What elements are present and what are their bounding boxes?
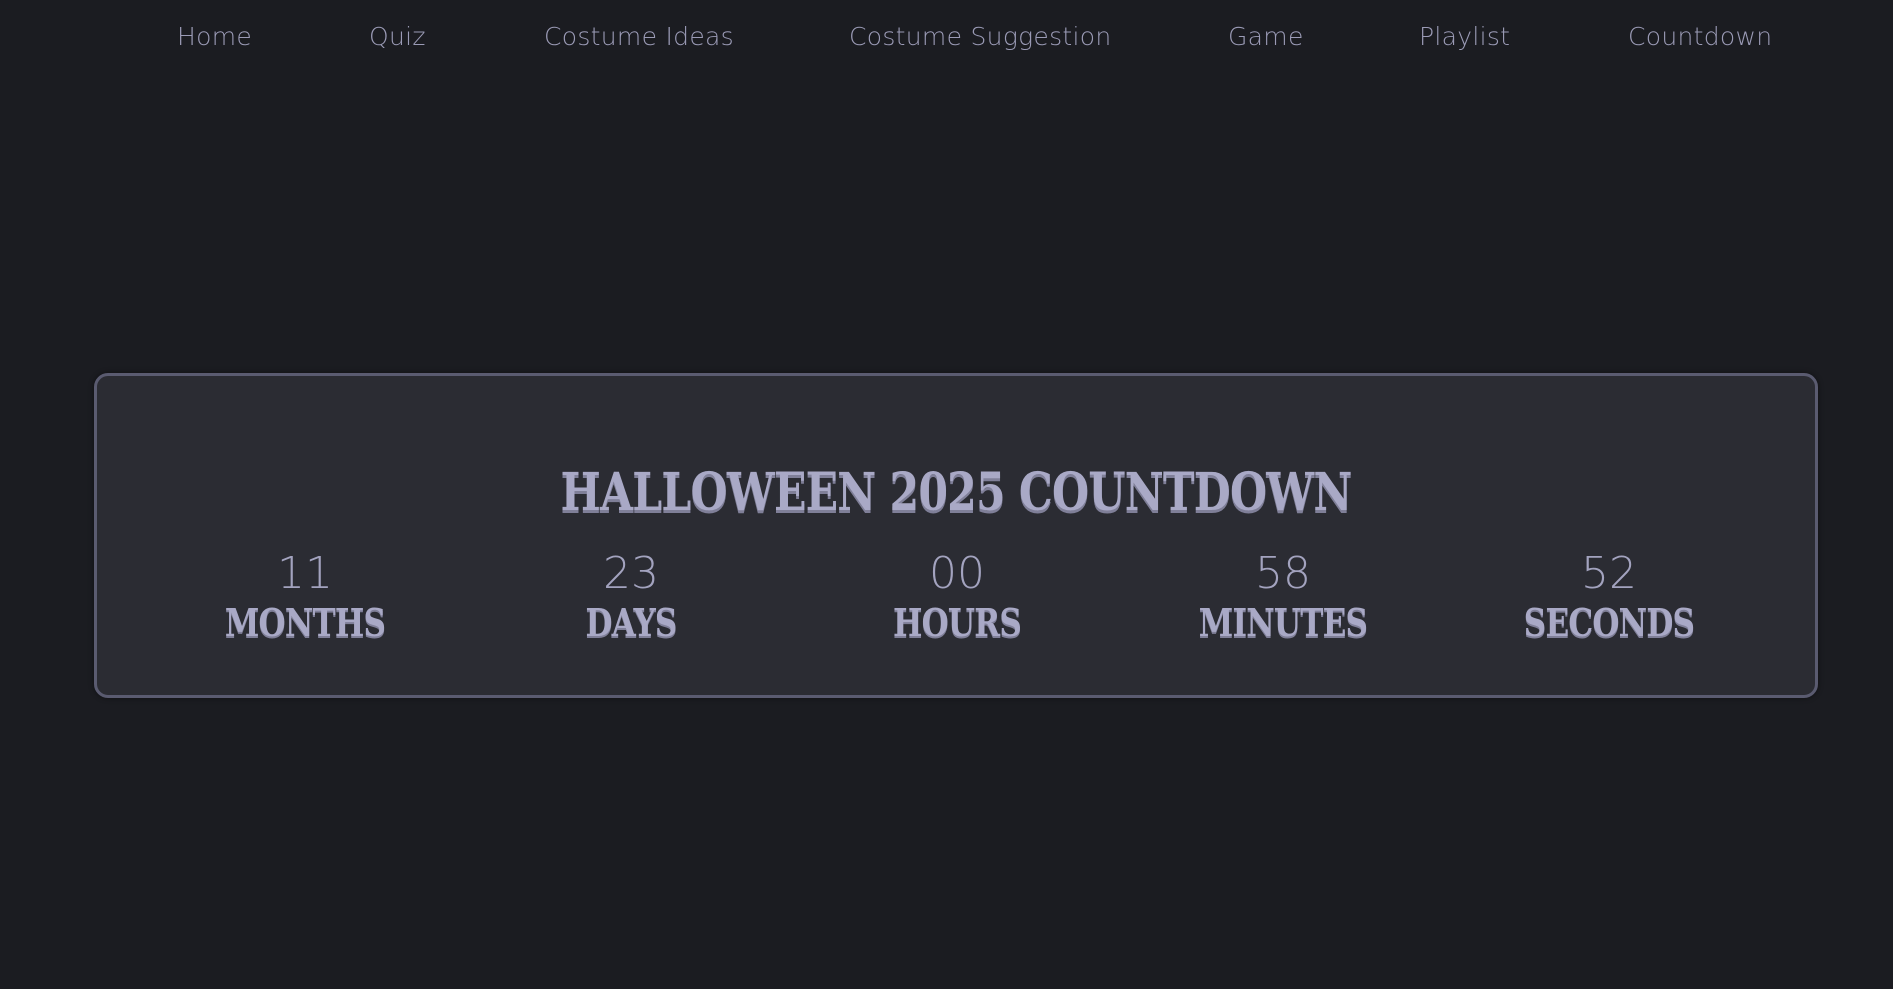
top-nav: Home Quiz Costume Ideas Costume Suggesti… <box>0 0 1893 80</box>
seconds-label: Seconds <box>1523 600 1695 645</box>
nav-link-game[interactable]: Game <box>1228 22 1304 51</box>
minutes-value: 58 <box>1255 548 1311 599</box>
nav-link-costume-suggestion[interactable]: Costume Suggestion <box>849 22 1112 51</box>
months-value: 11 <box>277 548 333 599</box>
countdown-unit-seconds: 52 Seconds <box>1489 552 1729 642</box>
countdown-unit-months: 11 Months <box>185 552 425 642</box>
countdown-unit-minutes: 58 Minutes <box>1163 552 1403 642</box>
countdown-unit-days: 23 Days <box>511 552 751 642</box>
minutes-label: Minutes <box>1198 600 1368 645</box>
days-value: 23 <box>603 548 659 599</box>
days-label: Days <box>585 600 677 645</box>
hours-label: Hours <box>892 600 1022 645</box>
nav-link-home[interactable]: Home <box>177 22 252 51</box>
nav-link-playlist[interactable]: Playlist <box>1419 22 1510 51</box>
months-label: Months <box>224 600 386 645</box>
countdown-panel: Halloween 2025 Countdown 11 Months 23 Da… <box>94 373 1818 698</box>
nav-link-quiz[interactable]: Quiz <box>369 22 426 51</box>
countdown-unit-hours: 00 Hours <box>837 552 1077 642</box>
hours-value: 00 <box>929 548 985 599</box>
nav-link-countdown[interactable]: Countdown <box>1628 22 1772 51</box>
seconds-value: 52 <box>1581 548 1637 599</box>
countdown-title: Halloween 2025 Countdown <box>560 462 1353 523</box>
nav-link-costume-ideas[interactable]: Costume Ideas <box>544 22 734 51</box>
